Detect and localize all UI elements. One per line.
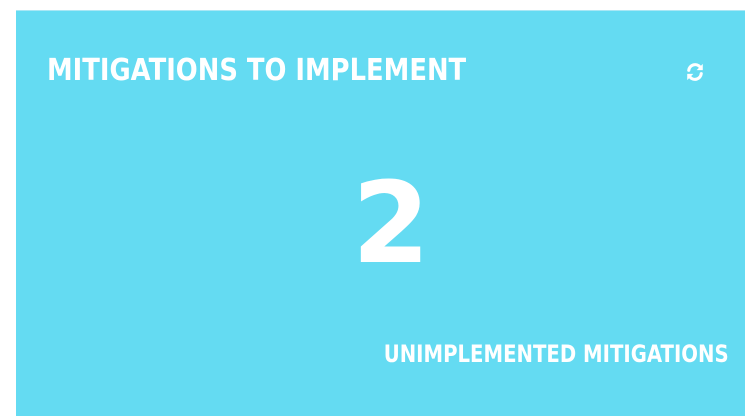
mitigations-widget: MITIGATIONS TO IMPLEMENT 2 UNIMPLEMENTED… [16,10,745,416]
metric-label: UNIMPLEMENTED MITIGATIONS [384,340,729,368]
refresh-icon[interactable] [684,61,706,83]
metric-value: 2 [352,159,430,289]
widget-title: MITIGATIONS TO IMPLEMENT [47,53,467,88]
